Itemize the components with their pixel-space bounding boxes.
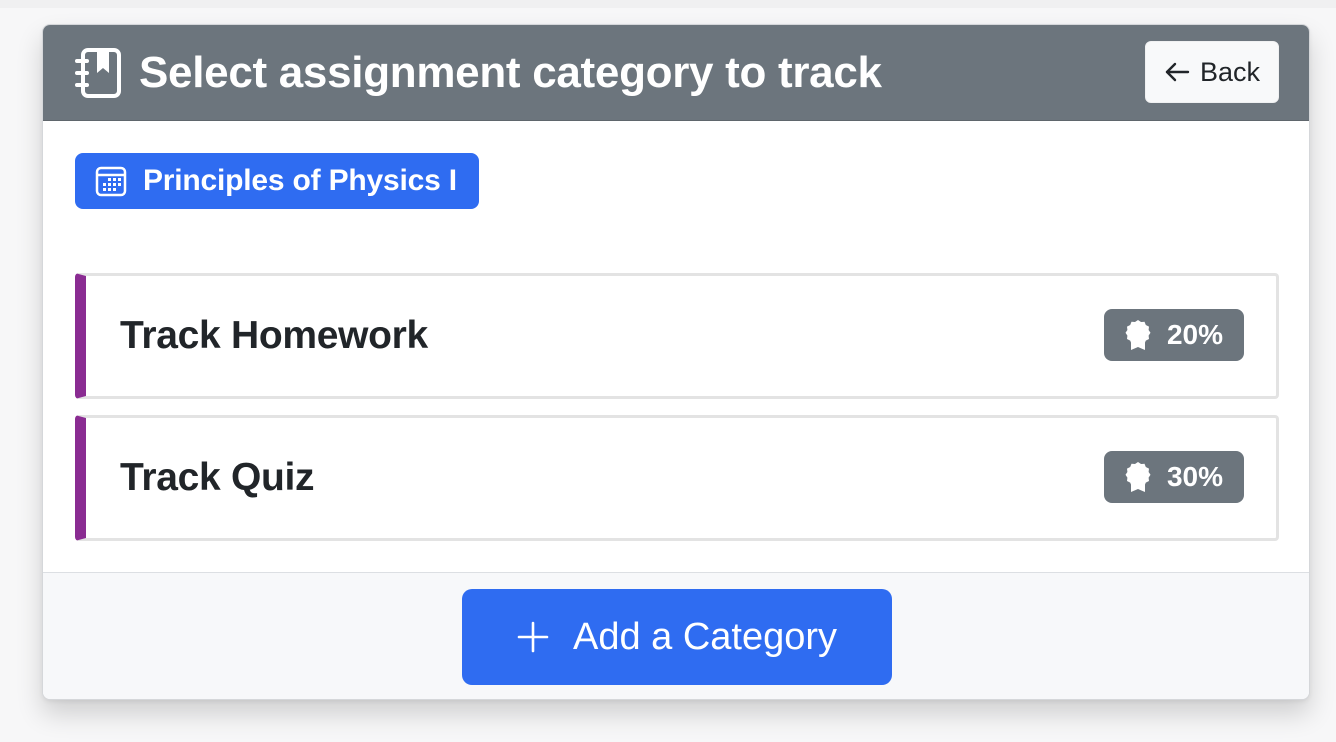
top-strip	[0, 0, 1336, 8]
category-item-homework[interactable]: Track Homework 20%	[75, 273, 1279, 399]
weight-value: 30%	[1166, 461, 1224, 492]
award-icon	[1125, 462, 1151, 492]
calendar-icon	[95, 166, 127, 197]
page-title: Select assignment category to track	[139, 48, 882, 97]
course-badge: Principles of Physics I	[75, 153, 479, 209]
category-label: Track Quiz	[120, 456, 315, 499]
course-name: Principles of Physics I	[143, 164, 457, 197]
add-category-label: Add a Category	[572, 615, 838, 658]
category-selection-card: Select assignment category to track Back…	[42, 24, 1310, 700]
card-header: Select assignment category to track Back	[43, 25, 1309, 121]
award-icon	[1125, 320, 1151, 350]
plus-icon	[517, 621, 549, 653]
category-item-quiz[interactable]: Track Quiz 30%	[75, 415, 1279, 541]
back-button[interactable]: Back	[1145, 41, 1279, 103]
category-label: Track Homework	[120, 314, 428, 357]
back-button-label: Back	[1199, 56, 1261, 87]
weight-badge: 20%	[1104, 309, 1244, 361]
category-list: Track Homework 20% Track Quiz 30%	[75, 273, 1279, 557]
arrow-left-icon	[1165, 62, 1190, 82]
weight-value: 20%	[1166, 319, 1224, 350]
card-footer: Add a Category	[43, 572, 1309, 699]
weight-badge: 30%	[1104, 451, 1244, 503]
add-category-button[interactable]: Add a Category	[462, 589, 892, 685]
journal-bookmark-icon	[75, 48, 121, 98]
